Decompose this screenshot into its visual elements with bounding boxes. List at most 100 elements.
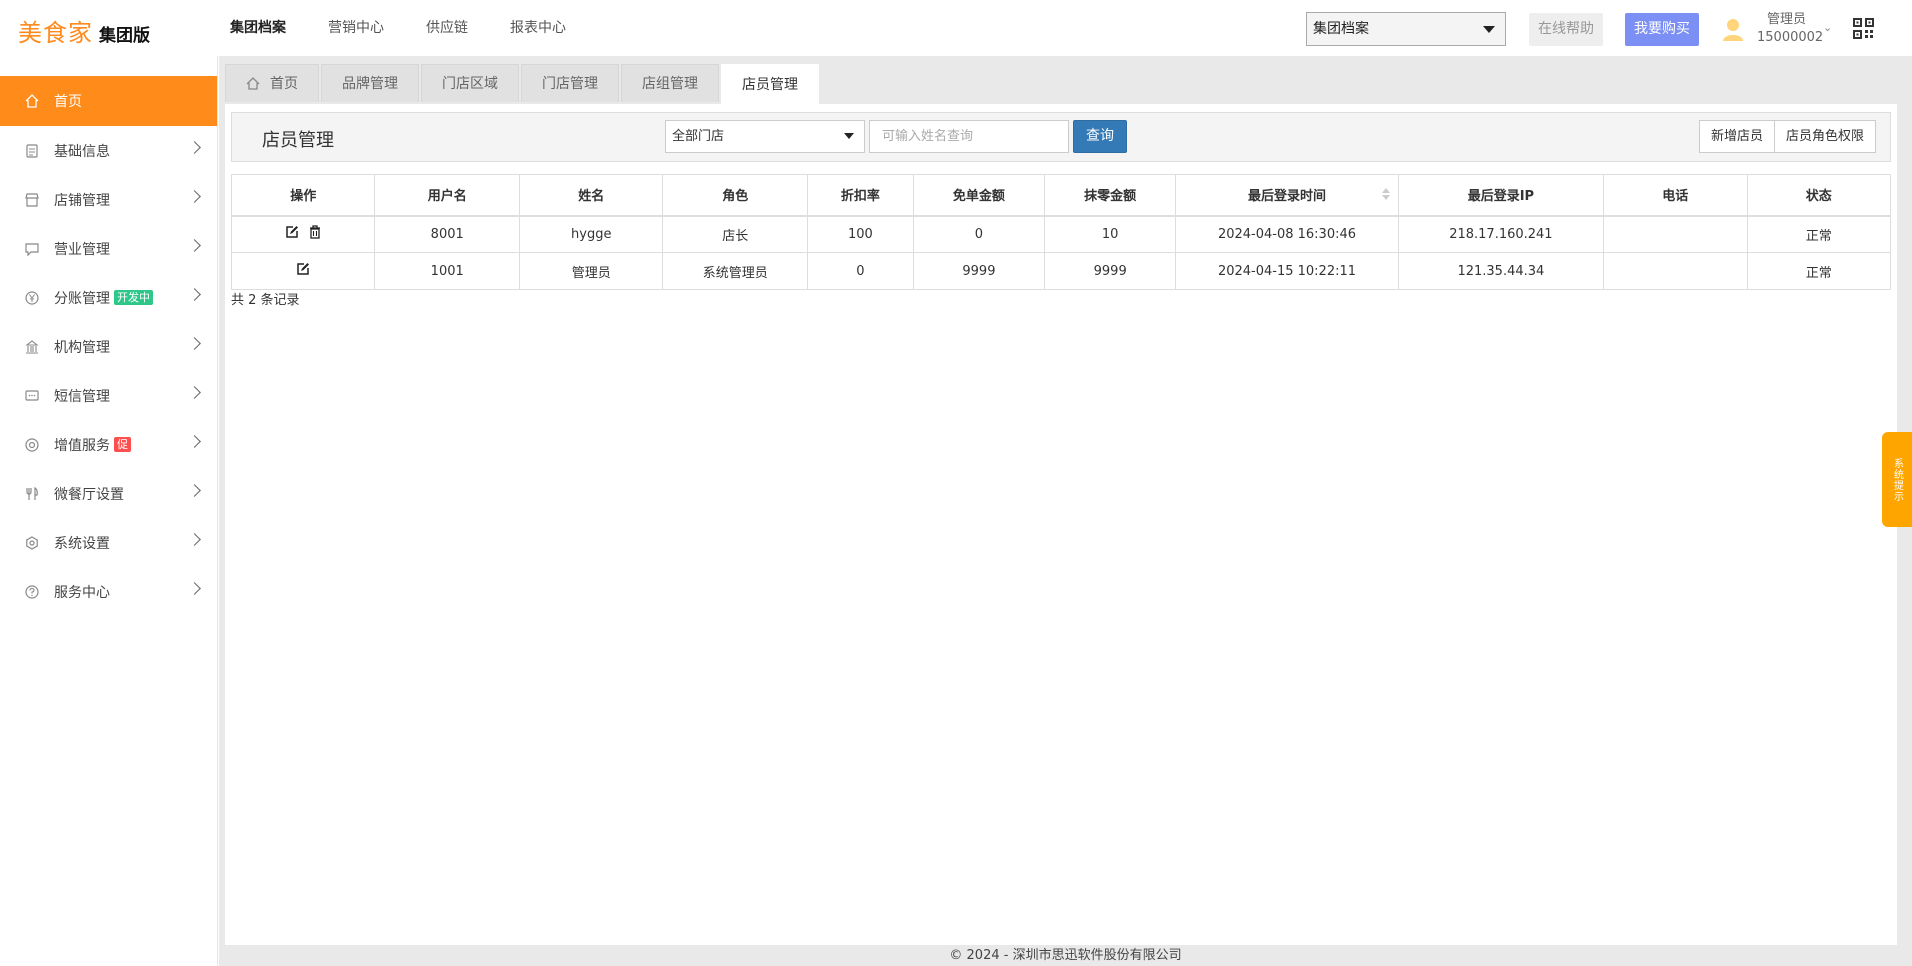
cell-phone [1603, 215, 1748, 253]
sidebar-item-label: 系统设置 [54, 535, 110, 552]
logo[interactable]: 美食家 集团版 [18, 13, 150, 48]
sidebar-item-label: 营业管理 [54, 241, 110, 258]
cell-discount: 0 [807, 252, 914, 290]
buy-button[interactable]: 我要购买 [1625, 13, 1699, 46]
chevron-right-icon [188, 582, 201, 595]
user-info[interactable]: 管理员 15000002 [1757, 11, 1823, 47]
table-row: 1001 管理员 系统管理员 0 9999 9999 2024-04-15 10… [230, 252, 1891, 290]
query-button[interactable]: 查询 [1073, 120, 1127, 153]
tab-store-management[interactable]: 门店管理 [521, 64, 619, 102]
cell-name: hygge [519, 215, 664, 253]
cell-status: 正常 [1746, 215, 1891, 253]
table-header-row: 操作 用户名 姓名 角色 折扣率 免单金额 抹零金额 最后登录时间 最后登录IP… [230, 174, 1891, 217]
sidebar-item-micro-restaurant[interactable]: 微餐厅设置 [0, 469, 217, 518]
chevron-right-icon [188, 337, 201, 350]
target-icon [24, 437, 40, 453]
row-actions [230, 252, 376, 290]
sidebar-item-split-accounts[interactable]: 分账管理 开发中 [0, 273, 217, 322]
sidebar-item-label: 服务中心 [54, 584, 110, 601]
sidebar-item-basic-info[interactable]: 基础信息 [0, 126, 217, 175]
page-title: 店员管理 [262, 130, 334, 151]
sidebar-item-value-added[interactable]: 增值服务 促 [0, 420, 217, 469]
tab-label: 首页 [270, 75, 298, 92]
topnav-reports[interactable]: 报表中心 [510, 18, 566, 38]
edit-icon[interactable] [285, 225, 299, 239]
cell-free-amount: 0 [912, 215, 1046, 253]
home-icon [246, 77, 260, 90]
edit-icon[interactable] [296, 262, 310, 276]
staff-table: 操作 用户名 姓名 角色 折扣率 免单金额 抹零金额 最后登录时间 最后登录IP… [230, 174, 1891, 290]
yen-icon [24, 290, 40, 306]
chat-icon [24, 241, 40, 257]
cell-rounding-amount: 9999 [1044, 252, 1177, 290]
cell-phone [1603, 252, 1748, 290]
chevron-right-icon [188, 386, 201, 399]
name-search-input[interactable] [869, 120, 1069, 153]
cell-role: 店长 [662, 215, 809, 253]
sidebar-item-system-settings[interactable]: 系统设置 [0, 518, 217, 567]
row-actions [230, 215, 376, 253]
group-select[interactable]: 集团档案 [1306, 12, 1506, 46]
chevron-right-icon [188, 190, 201, 203]
main-area: 首页 品牌管理 门店区域 门店管理 店组管理 店员管理 店员管理 全部门店 查询… [219, 56, 1912, 966]
delete-icon[interactable] [309, 225, 321, 239]
sort-icon[interactable] [1381, 188, 1390, 202]
sidebar-item-label: 首页 [54, 94, 82, 110]
store-icon [24, 192, 40, 208]
cell-name: 管理员 [519, 252, 664, 290]
topnav-group-archive[interactable]: 集团档案 [230, 18, 286, 38]
staff-table-wrapper: 操作 用户名 姓名 角色 折扣率 免单金额 抹零金额 最后登录时间 最后登录IP… [230, 174, 1891, 290]
help-icon [24, 584, 40, 600]
tab-home[interactable]: 首页 [225, 64, 319, 102]
sidebar-item-store-management[interactable]: 店铺管理 [0, 175, 217, 224]
online-help-button[interactable]: 在线帮助 [1529, 13, 1603, 46]
col-header-username: 用户名 [374, 174, 521, 217]
chevron-down-icon[interactable]: ⌄ [1823, 21, 1832, 34]
topnav-marketing[interactable]: 营销中心 [328, 18, 384, 38]
sidebar-item-label: 店铺管理 [54, 192, 110, 209]
cell-free-amount: 9999 [912, 252, 1046, 290]
record-count: 共 2 条记录 [231, 293, 300, 308]
message-icon [24, 388, 40, 404]
col-header-free-amount: 免单金额 [912, 174, 1046, 217]
col-header-name: 姓名 [519, 174, 664, 217]
sidebar-item-business-management[interactable]: 营业管理 [0, 224, 217, 273]
user-avatar-icon[interactable] [1722, 18, 1744, 42]
add-staff-button[interactable]: 新增店员 [1698, 120, 1775, 153]
cell-last-login-time: 2024-04-08 16:30:46 [1175, 215, 1399, 253]
chevron-right-icon [188, 435, 201, 448]
qrcode-icon[interactable] [1853, 18, 1874, 39]
cell-status: 正常 [1746, 252, 1891, 290]
tab-store-groups[interactable]: 店组管理 [621, 64, 719, 102]
sidebar-item-organization[interactable]: 机构管理 [0, 322, 217, 371]
chevron-right-icon [188, 141, 201, 154]
sidebar-item-service-center[interactable]: 服务中心 [0, 567, 217, 616]
action-button-group: 新增店员 店员角色权限 [1698, 120, 1876, 153]
sidebar-item-home[interactable]: 首页 [0, 76, 217, 126]
caret-down-icon [1483, 26, 1495, 33]
user-id: 15000002 [1757, 30, 1824, 45]
system-notice-tab[interactable]: 系统提示 [1882, 432, 1912, 527]
store-select[interactable]: 全部门店 [665, 120, 865, 153]
col-header-last-login-time[interactable]: 最后登录时间 [1175, 174, 1399, 217]
col-header-role: 角色 [662, 174, 809, 217]
tab-brand-management[interactable]: 品牌管理 [321, 64, 419, 102]
toolbar: 店员管理 全部门店 查询 新增店员 店员角色权限 [231, 112, 1891, 162]
cell-discount: 100 [807, 215, 914, 253]
sidebar-item-sms[interactable]: 短信管理 [0, 371, 217, 420]
sidebar-item-label: 微餐厅设置 [54, 486, 124, 503]
tab-store-regions[interactable]: 门店区域 [421, 64, 519, 102]
table-row: 8001 hygge 店长 100 0 10 2024-04-08 16:30:… [230, 215, 1891, 253]
staff-role-permissions-button[interactable]: 店员角色权限 [1774, 120, 1876, 153]
col-header-discount: 折扣率 [807, 174, 914, 217]
group-select-value: 集团档案 [1313, 21, 1369, 37]
chevron-right-icon [188, 288, 201, 301]
top-nav: 集团档案 营销中心 供应链 报表中心 [230, 18, 608, 38]
topnav-supply-chain[interactable]: 供应链 [426, 18, 468, 38]
footer-copyright: © 2024 - 深圳市思迅软件股份有限公司 [949, 948, 1182, 963]
settings-icon [24, 535, 40, 551]
col-header-status: 状态 [1746, 174, 1891, 217]
col-header-actions: 操作 [230, 174, 376, 217]
tab-staff-management[interactable]: 店员管理 [721, 64, 819, 104]
cell-rounding-amount: 10 [1044, 215, 1177, 253]
